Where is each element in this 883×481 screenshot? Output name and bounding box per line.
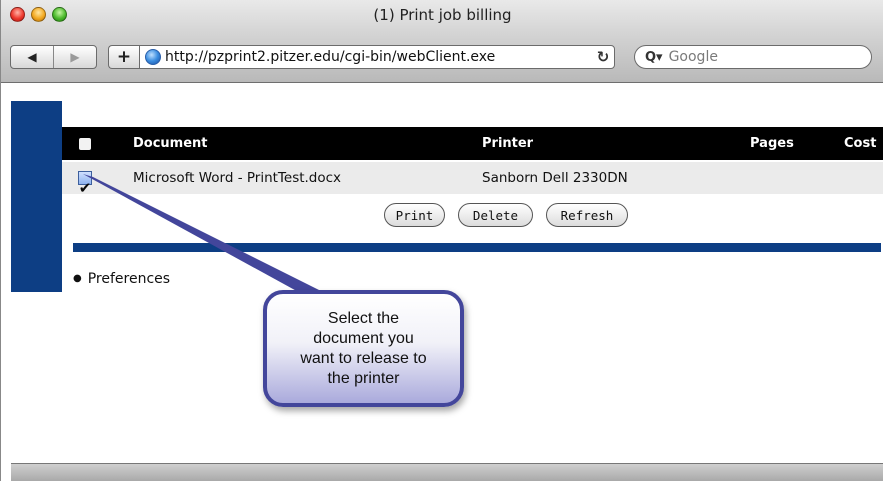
instruction-callout: Select the document you want to release … — [263, 290, 464, 407]
callout-pointer-line — [83, 174, 331, 300]
callout-text: Select the document you want to release … — [300, 309, 427, 387]
browser-window: (1) Print job billing ◀ ▶ + http://pzpri… — [0, 0, 883, 481]
status-bar — [11, 463, 883, 481]
callout-pointer — [83, 174, 331, 300]
